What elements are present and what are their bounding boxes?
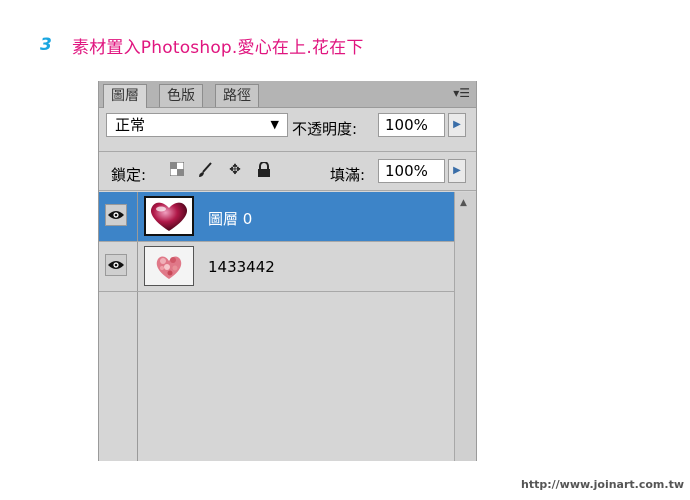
lock-move-icon[interactable]: ✥: [227, 162, 243, 178]
tab-layers[interactable]: 圖層: [103, 84, 147, 108]
heart-thumbnail: [144, 196, 194, 236]
visibility-eye-icon[interactable]: [105, 204, 127, 226]
fill-label: 填滿:: [330, 166, 366, 184]
panel-tab-bar: 圖層 色版 路徑 ▾☰: [99, 81, 476, 108]
divider: [99, 190, 476, 191]
lock-all-icon[interactable]: [256, 161, 272, 178]
layers-panel: 圖層 色版 路徑 ▾☰ 正常 ▼ 不透明度: 100% ▶ 鎖定: ✥ 填滿: …: [98, 81, 477, 461]
layer-name: 圖層 0: [208, 210, 253, 228]
opacity-label: 不透明度:: [292, 120, 358, 138]
column-divider: [137, 292, 138, 461]
fill-slider-arrow-icon[interactable]: ▶: [448, 159, 466, 183]
layers-scrollbar[interactable]: ▲: [454, 192, 476, 461]
column-divider: [137, 192, 138, 241]
site-url: http://www.joinart.com.tw: [521, 478, 684, 491]
step-number: 3: [40, 35, 52, 55]
opacity-input[interactable]: 100%: [378, 113, 445, 137]
fill-input[interactable]: 100%: [378, 159, 445, 183]
lock-transparent-icon[interactable]: [169, 161, 185, 178]
chevron-down-icon: ▼: [270, 118, 279, 131]
opacity-slider-arrow-icon[interactable]: ▶: [448, 113, 466, 137]
layer-name: 1433442: [208, 258, 275, 276]
step-heading: 3 素材置入Photoshop.愛心在上.花在下: [40, 32, 364, 58]
layers-list: 圖層 0 1433442: [99, 192, 454, 461]
divider: [99, 151, 476, 152]
lock-label: 鎖定:: [111, 166, 147, 184]
visibility-eye-icon[interactable]: [105, 254, 127, 276]
tab-channels[interactable]: 色版: [159, 84, 203, 107]
blend-row: 正常 ▼ 不透明度: 100% ▶: [99, 107, 476, 143]
blend-mode-value: 正常: [115, 116, 146, 134]
flower-heart-thumbnail: [144, 246, 194, 286]
lock-row: 鎖定: ✥ 填滿: 100% ▶: [99, 153, 476, 189]
step-title: 素材置入Photoshop.愛心在上.花在下: [72, 37, 364, 58]
layer-row[interactable]: 1433442: [99, 242, 454, 292]
panel-menu-icon[interactable]: ▾☰: [453, 86, 470, 100]
scroll-up-icon[interactable]: ▲: [460, 198, 467, 208]
layer-row[interactable]: 圖層 0: [99, 192, 454, 242]
lock-paint-brush-icon[interactable]: [197, 162, 213, 178]
column-divider: [137, 242, 138, 291]
tab-paths[interactable]: 路徑: [215, 84, 259, 107]
blend-mode-select[interactable]: 正常 ▼: [106, 113, 288, 137]
